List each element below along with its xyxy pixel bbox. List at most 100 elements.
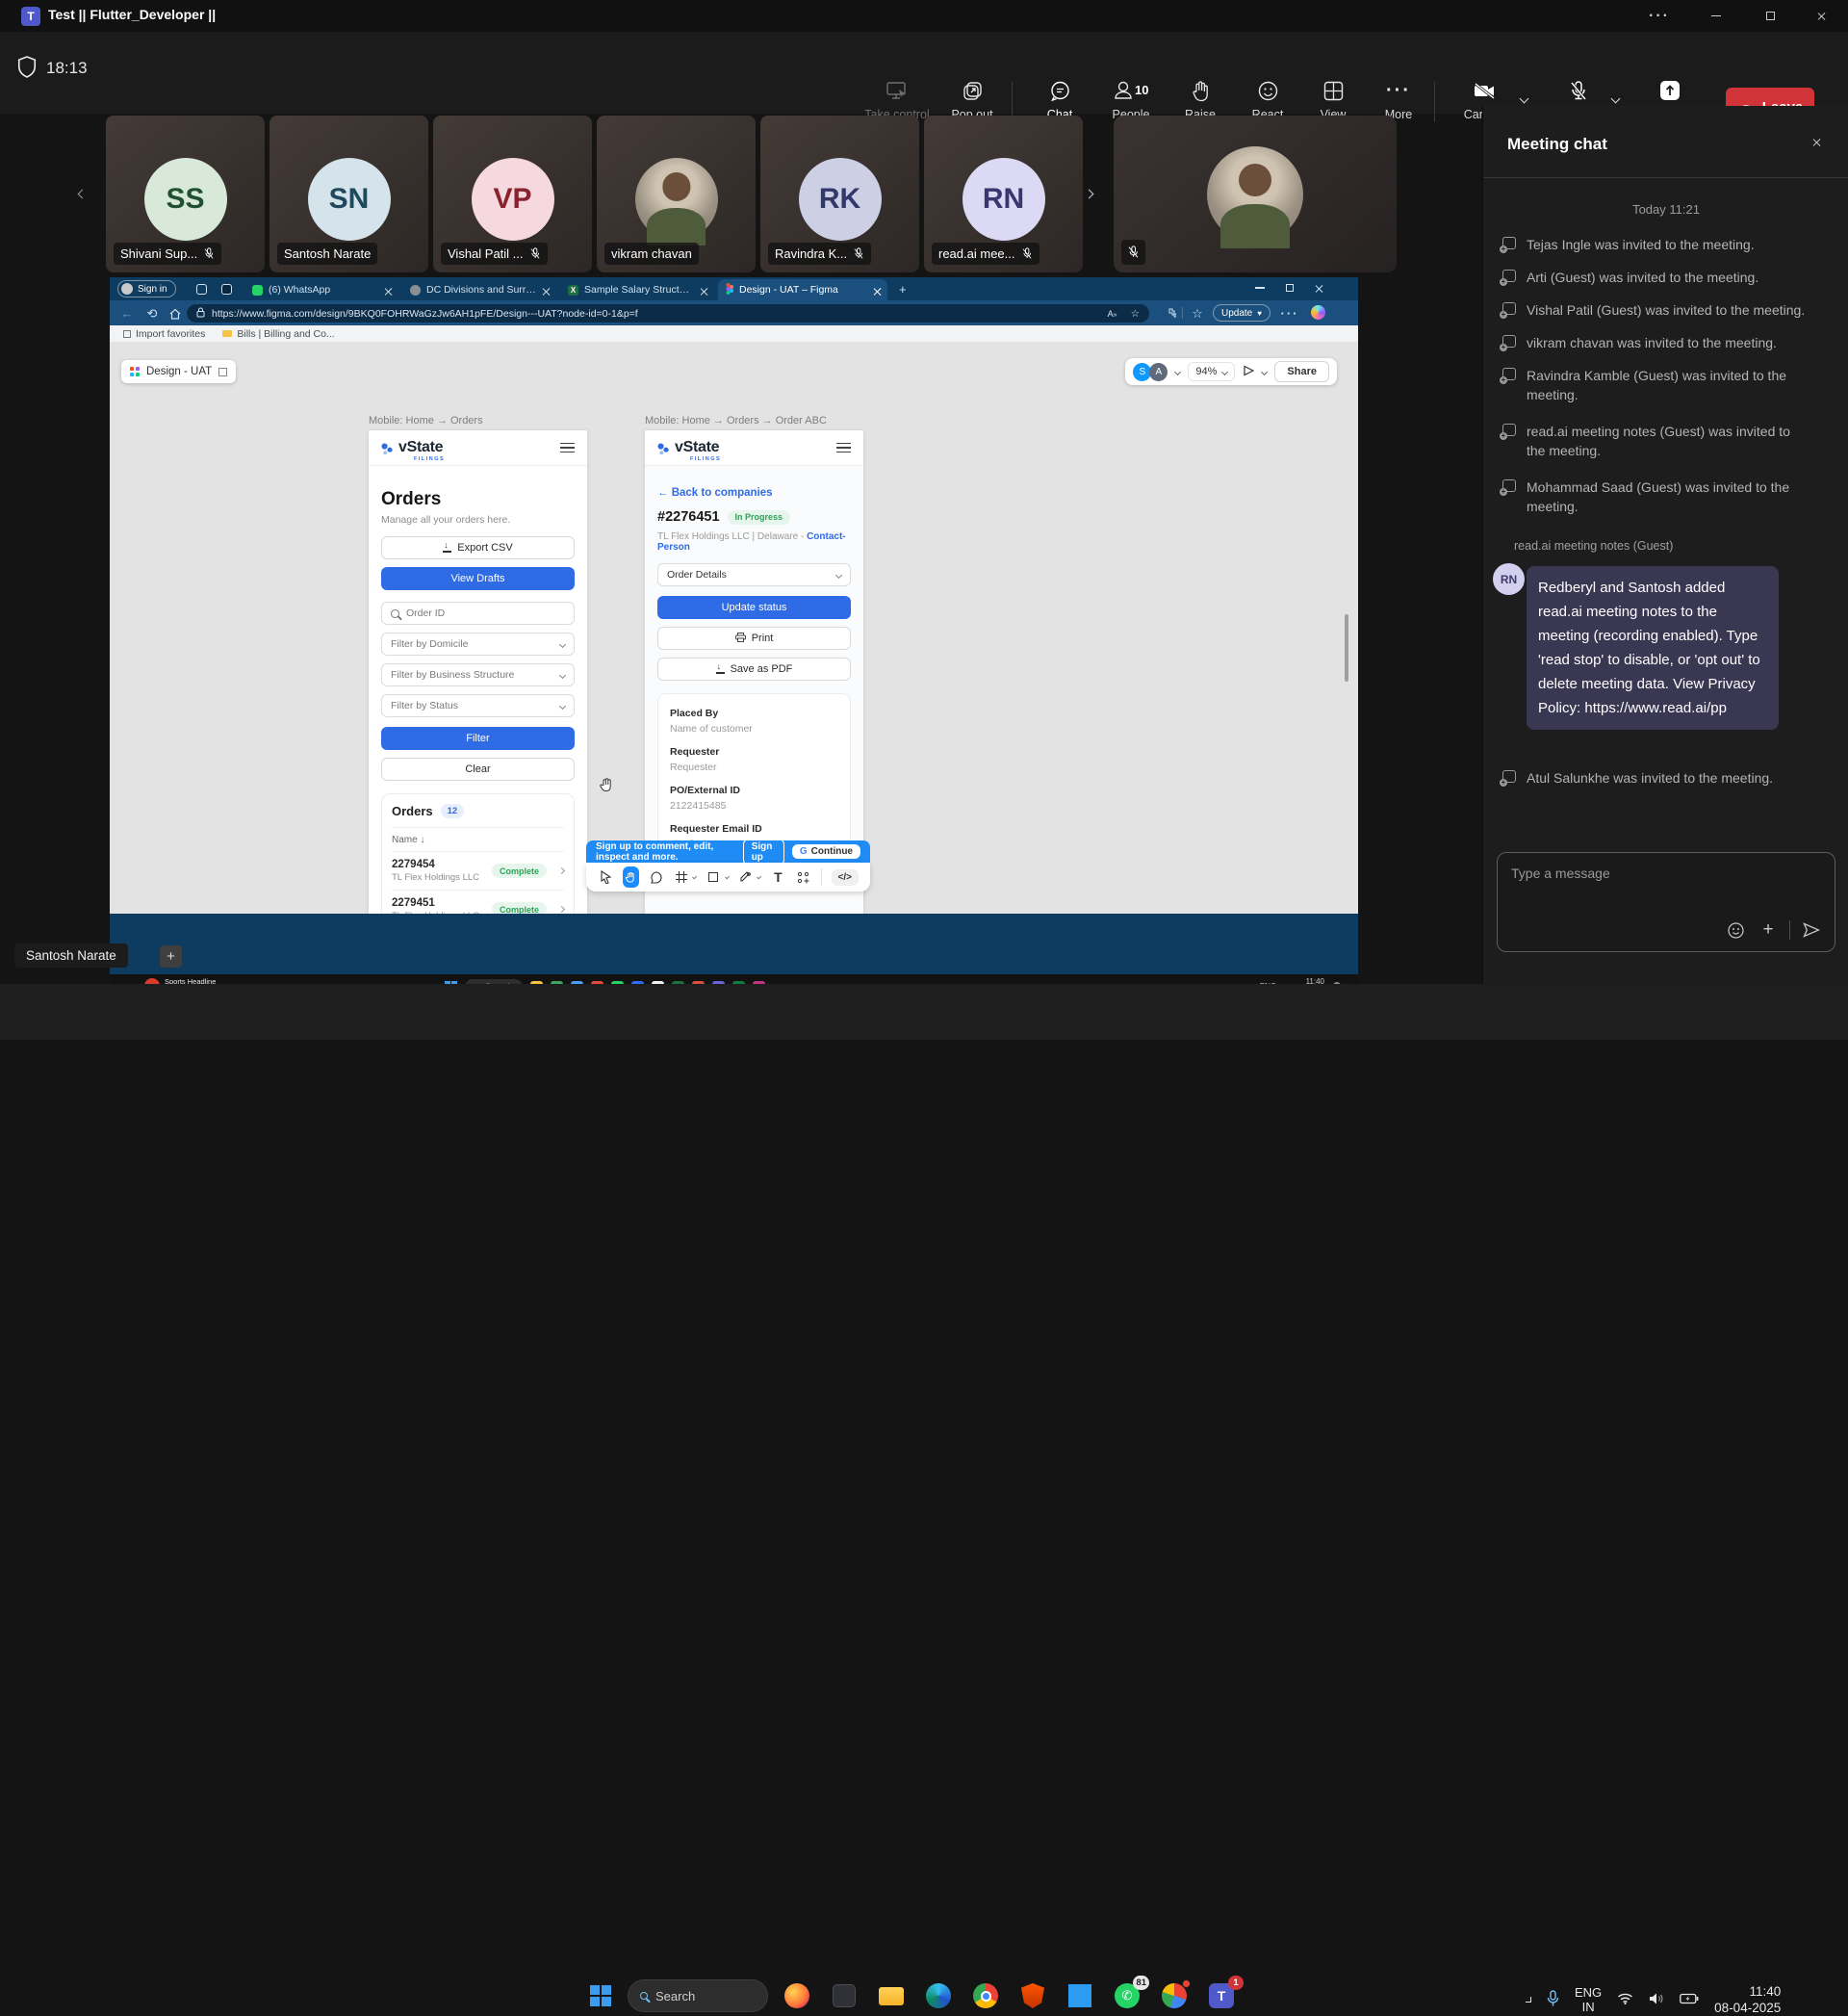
browser-close-icon[interactable] [1315,284,1323,293]
volume-icon[interactable] [1649,1992,1664,2008]
hand-tool-icon-active[interactable] [623,866,638,888]
shape-tool-chevron-icon[interactable] [725,874,730,879]
canvas-scrollbar[interactable] [1345,614,1348,682]
shape-tool-icon[interactable] [706,866,721,888]
chrome-icon[interactable] [970,1980,1001,2011]
close-button[interactable] [1801,0,1843,32]
order-row[interactable]: 2279454TL Flex Holdings LLC Complete [392,851,564,890]
read-aloud-icon[interactable]: A» [1108,309,1117,319]
text-tool-icon[interactable]: T [770,866,785,888]
url-bar[interactable]: https://www.figma.com/design/9BKQ0FOHRWa… [187,304,1149,323]
pen-tool-chevron-icon[interactable] [757,874,761,879]
update-status-button[interactable]: Update status [657,596,851,619]
sign-up-button[interactable]: Sign up [743,839,784,866]
start-button[interactable] [585,1980,616,2011]
present-icon[interactable] [1243,365,1254,379]
name-column-header[interactable]: Name ↓ [392,827,564,845]
frame-tool-chevron-icon[interactable] [692,874,697,879]
edge-icon[interactable] [923,1980,954,2011]
minimize-button[interactable] [1695,0,1737,32]
order-id-input[interactable]: Order ID [381,602,575,625]
attach-plus-icon[interactable]: + [1757,918,1780,942]
participant-tile[interactable]: SN Santosh Narate [270,116,428,272]
scroll-participants-left-icon[interactable] [79,185,86,202]
spotlight-tile[interactable] [1114,116,1397,272]
participant-tile[interactable]: vikram chavan [597,116,756,272]
collaborators-chevron-icon[interactable] [1174,368,1181,375]
emoji-icon[interactable] [1724,918,1747,942]
google-continue-button[interactable]: GContinue [792,844,860,859]
browser-tab[interactable]: DC Divisions and Surroundings [402,279,556,300]
taskbar-clock[interactable]: 11:4008-04-2025 [1714,1983,1781,2016]
presenter-pin-button[interactable]: + [160,945,182,968]
tab-close-icon[interactable] [542,287,549,294]
copilot-icon[interactable] [1311,305,1325,320]
mobile-frame-orders[interactable]: vStateFILINGS Orders Manage all your ord… [369,430,587,914]
vertical-tabs-icon[interactable] [221,282,232,299]
camera-options-chevron-icon[interactable] [1521,90,1527,107]
restore-button[interactable] [1749,0,1791,32]
tab-close-icon[interactable] [384,287,391,294]
dev-mode-toggle[interactable]: </> [832,869,859,886]
workspaces-icon[interactable] [196,282,207,299]
new-tab-icon[interactable]: + [899,282,907,297]
frame-tool-icon[interactable] [674,866,689,888]
home-icon[interactable] [166,304,185,323]
browser-restore-icon[interactable] [1286,284,1294,292]
scroll-participants-right-icon[interactable] [1086,185,1092,202]
whatsapp-icon[interactable]: ✆ 81 [1112,1980,1142,2011]
participant-tile[interactable]: RN read.ai mee... [924,116,1083,272]
filter-business-structure-dropdown[interactable]: Filter by Business Structure [381,663,575,686]
browser-profile-button[interactable]: Sign in [117,280,176,297]
taskbar-search[interactable]: Search [628,1979,768,2012]
tab-close-icon[interactable] [873,287,880,294]
tray-chevron-icon[interactable] [1526,1997,1531,2003]
collaborator-avatar[interactable]: A [1149,363,1168,381]
language-indicator[interactable]: ENGIN [1575,1985,1602,2014]
brave-icon[interactable] [1017,1980,1048,2011]
clear-button[interactable]: Clear [381,758,575,781]
participant-tile[interactable]: SS Shivani Sup... [106,116,265,272]
order-details-dropdown[interactable]: Order Details [657,563,851,586]
export-csv-button[interactable]: Export CSV [381,536,575,559]
app-icon-dark[interactable] [829,1980,860,2011]
view-drafts-button[interactable]: View Drafts [381,567,575,590]
teams-icon[interactable]: T 1 [1206,1980,1237,2011]
browser-tab-active[interactable]: Design - UAT – Figma [718,279,887,300]
compose-placeholder[interactable]: Type a message [1498,853,1835,893]
menu-icon[interactable] [836,440,851,456]
tray-mic-icon[interactable] [1547,1990,1559,2010]
filter-domicile-dropdown[interactable]: Filter by Domicile [381,633,575,656]
bookmark-item[interactable]: Import favorites [123,328,205,340]
battery-icon[interactable] [1680,1993,1699,2007]
figma-share-button[interactable]: Share [1274,361,1329,382]
refresh-icon[interactable]: ⟲ [142,304,162,323]
extensions-icon[interactable] [1161,304,1180,323]
filter-button[interactable]: Filter [381,727,575,750]
menu-icon[interactable] [560,440,575,456]
comment-tool-icon[interactable] [649,866,664,888]
mic-options-chevron-icon[interactable] [1612,90,1619,107]
filter-status-dropdown[interactable]: Filter by Status [381,694,575,717]
browser-tab[interactable]: (6) WhatsApp [244,279,398,300]
participant-tile[interactable]: RK Ravindra K... [760,116,919,272]
pen-tool-icon[interactable] [738,866,754,888]
titlebar-more-icon[interactable]: ··· [1638,0,1681,32]
frame-label[interactable]: Mobile: Home → Orders [369,415,483,426]
favorites-bar-icon[interactable]: ☆ [1188,304,1207,323]
tab-close-icon[interactable] [700,287,706,294]
order-row[interactable]: 2279451TL Flex Holdings LLC Complete [392,890,564,914]
chat-close-icon[interactable] [1812,137,1824,154]
bookmark-folder[interactable]: Bills | Billing and Co... [222,328,334,340]
zoom-control[interactable]: 94% [1188,362,1235,381]
participant-tile[interactable]: VP Vishal Patil ... [433,116,592,272]
save-as-pdf-button[interactable]: Save as PDF [657,658,851,681]
move-tool-icon[interactable] [598,866,613,888]
actions-tool-icon[interactable] [796,866,811,888]
back-icon[interactable]: ← [117,304,137,323]
browser-menu-icon[interactable]: ··· [1280,304,1299,323]
file-explorer-icon[interactable] [876,1980,907,2011]
print-button[interactable]: Print [657,627,851,650]
send-icon[interactable] [1800,918,1823,942]
firefox-icon[interactable] [782,1980,812,2011]
